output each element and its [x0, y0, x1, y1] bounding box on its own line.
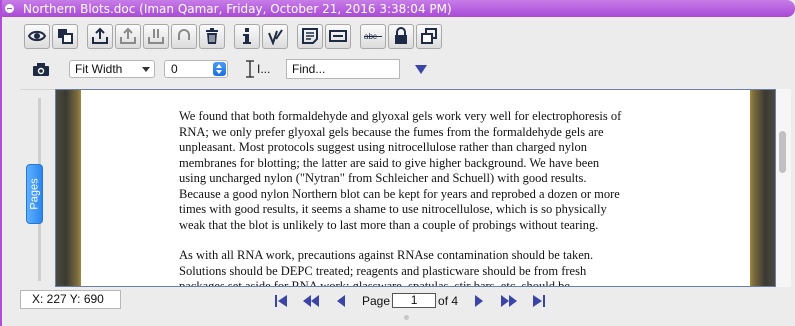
upload-alt-button[interactable]	[115, 23, 141, 49]
camera-icon[interactable]	[32, 62, 50, 77]
document-paragraph: As with all RNA work, precautions agains…	[179, 248, 659, 287]
sign-button[interactable]	[262, 23, 288, 49]
upload-button[interactable]	[87, 23, 113, 49]
text-line: Solutions should be DEPC treated; reagen…	[179, 263, 587, 278]
rotation-value: 0	[171, 62, 178, 76]
rewind-icon	[303, 294, 319, 307]
upload-icon	[92, 27, 108, 44]
annotation-toolbar: abc	[24, 22, 451, 50]
upload-merge-icon	[148, 29, 164, 44]
document-text: We found that both formaldehyde and glyo…	[179, 109, 659, 287]
strikethrough-button[interactable]: abc	[360, 23, 386, 49]
lock-icon	[395, 27, 407, 44]
form-icon	[329, 30, 347, 42]
find-options-icon[interactable]	[415, 64, 427, 74]
cursor-coordinates: X: 227 Y: 690	[20, 290, 121, 309]
window-button[interactable]	[416, 23, 442, 49]
form-field-button[interactable]	[325, 23, 351, 49]
toolbar-group-view	[24, 23, 80, 49]
fast-forward-button[interactable]	[498, 293, 520, 309]
next-page-icon	[475, 294, 484, 307]
toolbar-group-share	[87, 23, 227, 49]
pages-sidebar: Pages	[20, 89, 55, 288]
info-icon	[243, 28, 251, 44]
page-label: Page	[362, 293, 391, 308]
last-page-icon	[533, 294, 546, 307]
undo-icon	[178, 29, 190, 40]
chevron-down-icon	[142, 67, 150, 72]
note-button[interactable]	[297, 23, 323, 49]
toolbar-group-markup: abc	[360, 23, 444, 49]
pages-tab[interactable]: Pages	[26, 164, 43, 224]
lock-button[interactable]	[388, 23, 414, 49]
text-line: RNA; we only prefer glyoxal gels because…	[179, 124, 604, 139]
collapse-icon[interactable]	[5, 4, 14, 13]
upload-alt-icon	[120, 27, 136, 44]
text-line: We found that both formaldehyde and glyo…	[179, 109, 622, 123]
note-icon	[302, 28, 318, 44]
eye-icon	[28, 30, 46, 42]
last-page-button[interactable]	[528, 293, 550, 309]
page-navigation: Page 1 of 4	[270, 291, 558, 310]
text-line: weak that the blot is unlikely to last m…	[179, 217, 599, 232]
text-cursor-icon	[246, 60, 254, 78]
first-page-icon	[275, 294, 287, 307]
text-line: packages set aside for RNA work; glasswa…	[179, 279, 570, 287]
trash-icon	[206, 28, 218, 44]
title-bar[interactable]: Northern Blots.doc (Iman Qamar, Friday, …	[2, 0, 795, 17]
page-total-label: of 4	[438, 293, 459, 308]
layers-button[interactable]	[52, 23, 78, 49]
text-select-label: I...	[257, 62, 271, 76]
stepper-icon[interactable]	[213, 62, 226, 76]
vertical-scrollbar[interactable]	[776, 89, 791, 287]
text-line: unpleasant. Most protocols suggest using…	[179, 140, 588, 154]
undo-button[interactable]	[171, 23, 197, 49]
strikethrough-icon: abc	[364, 32, 382, 41]
text-select-tool[interactable]: I...	[244, 60, 276, 78]
status-bar: X: 227 Y: 690 Page 1 of 4	[20, 290, 791, 312]
rotation-spinner[interactable]: 0	[164, 60, 228, 78]
zoom-select[interactable]: Fit Width	[69, 60, 155, 78]
zoom-select-value: Fit Width	[75, 62, 123, 76]
first-page-button[interactable]	[270, 293, 292, 309]
resize-grip[interactable]	[404, 315, 409, 320]
page-shadow-right	[750, 90, 775, 286]
show-annotations-button[interactable]	[24, 23, 50, 49]
toolbar-group-notes	[297, 23, 353, 49]
viewer-window: Northern Blots.doc (Iman Qamar, Friday, …	[0, 0, 795, 326]
toolbar-group-info	[234, 23, 290, 49]
find-input[interactable]: Find...	[286, 59, 400, 79]
text-line: membranes for blotting; the latter are s…	[179, 155, 600, 170]
pages-tab-label: Pages	[28, 178, 41, 210]
previous-page-button[interactable]	[330, 293, 352, 309]
document-paragraph: We found that both formaldehyde and glyo…	[179, 109, 659, 233]
view-options-bar: Fit Width 0 I... Find...	[32, 58, 427, 80]
rewind-button[interactable]	[300, 293, 322, 309]
previous-page-icon	[337, 294, 345, 307]
upload-merge-button[interactable]	[143, 23, 169, 49]
text-line: Because a good nylon Northern blot can b…	[179, 186, 620, 201]
text-line: As with all RNA work, precautions agains…	[179, 248, 594, 262]
scrollbar-thumb[interactable]	[779, 131, 786, 173]
window-icon	[421, 28, 437, 44]
signature-icon	[268, 29, 283, 45]
delete-button[interactable]	[199, 23, 225, 49]
layers-icon	[58, 29, 73, 44]
next-page-button[interactable]	[468, 293, 490, 309]
fast-forward-icon	[501, 294, 518, 307]
text-line: times with good results, it seems a sham…	[179, 202, 607, 216]
page-shadow-left	[56, 90, 81, 286]
page-number-input[interactable]: 1	[392, 293, 437, 308]
document-viewer[interactable]: We found that both formaldehyde and glyo…	[55, 89, 776, 287]
info-button[interactable]	[234, 23, 260, 49]
text-line: using uncharged nylon ("Nytran" from Sch…	[179, 171, 587, 185]
window-title: Northern Blots.doc (Iman Qamar, Friday, …	[23, 1, 452, 16]
